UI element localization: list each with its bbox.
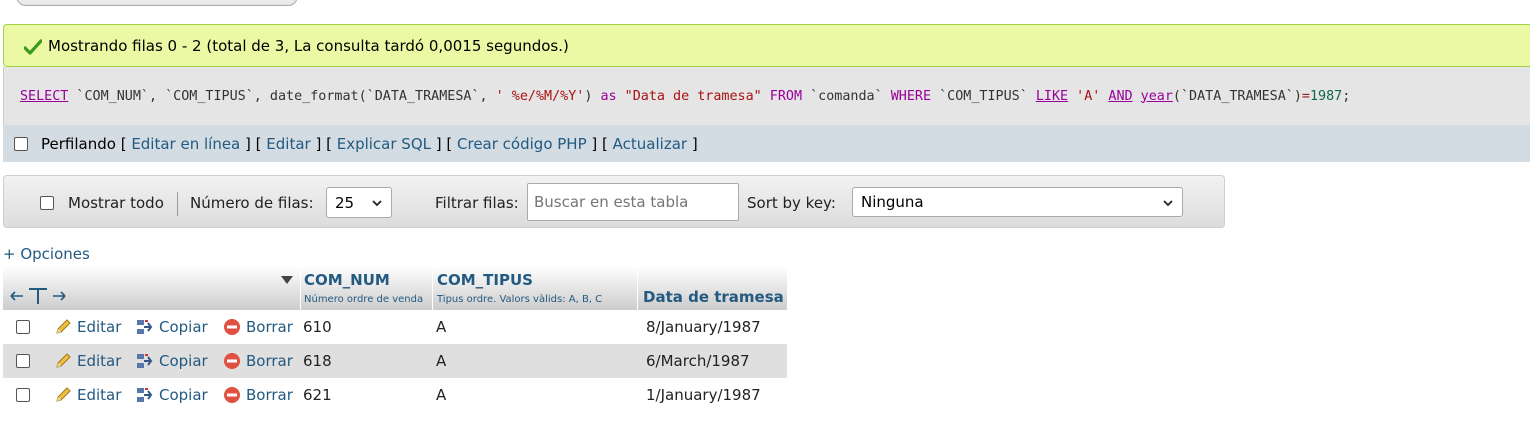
edit-row-button[interactable]: Editar	[54, 344, 121, 378]
column-header-com-num[interactable]: COM_NUM	[304, 271, 390, 289]
sort-descending-icon[interactable]	[280, 275, 294, 285]
cell-data-tramesa: 1/January/1987	[646, 386, 761, 404]
column-header-com-tipus[interactable]: COM_TIPUS	[437, 271, 533, 289]
edit-label: Editar	[77, 318, 122, 336]
sql-operator: =	[1301, 88, 1310, 104]
chevron-down-icon	[372, 200, 382, 207]
cell-com-tipus: A	[436, 386, 447, 404]
filter-rows-label: Filtrar filas:	[435, 193, 519, 212]
success-message: Mostrando filas 0 - 2 (total de 3, La co…	[3, 24, 1530, 67]
sql-year-function: year	[1140, 88, 1173, 104]
edit-row-button[interactable]: Editar	[54, 378, 121, 412]
pencil-icon	[56, 319, 71, 334]
edit-label: Editar	[77, 352, 122, 370]
inline-edit-link[interactable]: Editar en línea	[131, 135, 240, 153]
sql-segment: (`DATA_TRAMESA`)	[1172, 88, 1302, 104]
column-desc-com-num: Número ordre de venda	[304, 294, 424, 305]
cell-data-tramesa: 6/March/1987	[646, 352, 750, 370]
show-all-label: Mostrar todo	[68, 193, 164, 212]
refresh-link[interactable]: Actualizar	[613, 135, 687, 153]
sql-segment: )	[584, 88, 601, 104]
cell-com-tipus: A	[436, 318, 447, 336]
copy-icon	[137, 388, 153, 402]
sql-segment: `COM_NUM`, `COM_TIPUS`, date_format(`DAT…	[68, 88, 496, 104]
delete-icon	[224, 353, 240, 369]
copy-label: Copiar	[159, 386, 208, 404]
table-row: Editar Copiar Borrar 621 A 1/January/198…	[3, 378, 787, 412]
edit-link[interactable]: Editar	[266, 135, 310, 153]
delete-icon	[224, 319, 240, 335]
options-link[interactable]: + Opciones	[3, 245, 90, 263]
sql-segment: `COM_TIPUS`	[931, 88, 1036, 104]
copy-label: Copiar	[159, 318, 208, 336]
sql-from: FROM	[769, 88, 803, 104]
delete-row-button[interactable]: Borrar	[223, 378, 293, 412]
row-checkbox[interactable]	[16, 354, 30, 368]
profiling-checkbox[interactable]	[14, 136, 28, 151]
filter-rows-input[interactable]	[527, 183, 739, 221]
delete-row-button[interactable]: Borrar	[223, 344, 293, 378]
copy-icon	[137, 354, 153, 368]
success-message-text: Mostrando filas 0 - 2 (total de 3, La co…	[48, 36, 569, 55]
rows-count-label: Número de filas:	[190, 193, 314, 212]
check-icon	[24, 38, 42, 55]
profiling-label: Perfilando	[41, 134, 116, 153]
column-resize-arrows-icon[interactable]	[9, 286, 69, 306]
edit-row-button[interactable]: Editar	[54, 310, 121, 344]
cell-com-num: 610	[303, 318, 332, 336]
cell-com-tipus: A	[436, 352, 447, 370]
sql-value: 'A'	[1068, 88, 1109, 104]
sort-by-key-label: Sort by key:	[747, 193, 836, 212]
row-checkbox[interactable]	[16, 388, 30, 402]
delete-label: Borrar	[246, 318, 293, 336]
delete-icon	[224, 387, 240, 403]
column-header-data-tramesa[interactable]: Data de tramesa	[643, 288, 784, 306]
pencil-icon	[56, 353, 71, 368]
edit-label: Editar	[77, 386, 122, 404]
header-separator	[432, 266, 433, 310]
cell-data-tramesa: 8/January/1987	[646, 318, 761, 336]
sort-by-key-select[interactable]: Ninguna	[852, 187, 1183, 217]
column-desc-com-tipus: Tipus ordre. Valors vàlids: A, B, C	[437, 294, 603, 305]
table-row: Editar Copiar Borrar 618 A 6/March/1987	[3, 344, 787, 378]
delete-label: Borrar	[246, 352, 293, 370]
cell-com-num: 618	[303, 352, 332, 370]
top-button-remnant[interactable]	[16, 0, 298, 6]
sql-number: 1987	[1309, 88, 1343, 104]
show-all-checkbox[interactable]	[40, 195, 54, 210]
sql-and: AND	[1108, 88, 1133, 104]
chevron-down-icon	[1163, 200, 1173, 207]
copy-row-button[interactable]: Copiar	[136, 310, 208, 344]
profiling-bar: Perfilando [ Editar en línea ] [ Editar …	[3, 125, 1530, 162]
sql-select: SELECT	[20, 88, 69, 104]
header-separator	[300, 266, 301, 310]
delete-label: Borrar	[246, 386, 293, 404]
sql-like: LIKE	[1035, 88, 1069, 104]
results-toolbar: Mostrar todo Número de filas: 25 Filtrar…	[3, 175, 1225, 228]
cell-com-num: 621	[303, 386, 332, 404]
sql-format-string: ' %e/%M/%Y'	[495, 88, 585, 104]
sql-where: WHERE	[890, 88, 932, 104]
create-php-code-link[interactable]: Crear código PHP	[457, 135, 587, 153]
sql-space	[1133, 89, 1141, 104]
table-row: Editar Copiar Borrar 610 A 8/January/198…	[3, 310, 787, 344]
sort-by-key-value: Ninguna	[861, 193, 924, 211]
copy-label: Copiar	[159, 352, 208, 370]
sql-table: `comanda`	[802, 88, 891, 104]
row-checkbox[interactable]	[16, 320, 30, 334]
copy-icon	[137, 320, 153, 334]
explain-sql-link[interactable]: Explicar SQL	[337, 135, 431, 153]
pencil-icon	[56, 387, 71, 402]
delete-row-button[interactable]: Borrar	[223, 310, 293, 344]
rows-count-select[interactable]: 25	[326, 187, 392, 218]
header-separator	[637, 266, 638, 310]
sql-query: SELECT `COM_NUM`, `COM_TIPUS`, date_form…	[3, 67, 1530, 125]
sql-alias: "Data de tramesa"	[616, 88, 770, 104]
toolbar-divider	[177, 192, 178, 216]
copy-row-button[interactable]: Copiar	[136, 378, 208, 412]
sql-as: as	[600, 88, 617, 104]
rows-count-value: 25	[335, 193, 355, 212]
sql-terminator: ;	[1342, 88, 1351, 104]
copy-row-button[interactable]: Copiar	[136, 344, 208, 378]
